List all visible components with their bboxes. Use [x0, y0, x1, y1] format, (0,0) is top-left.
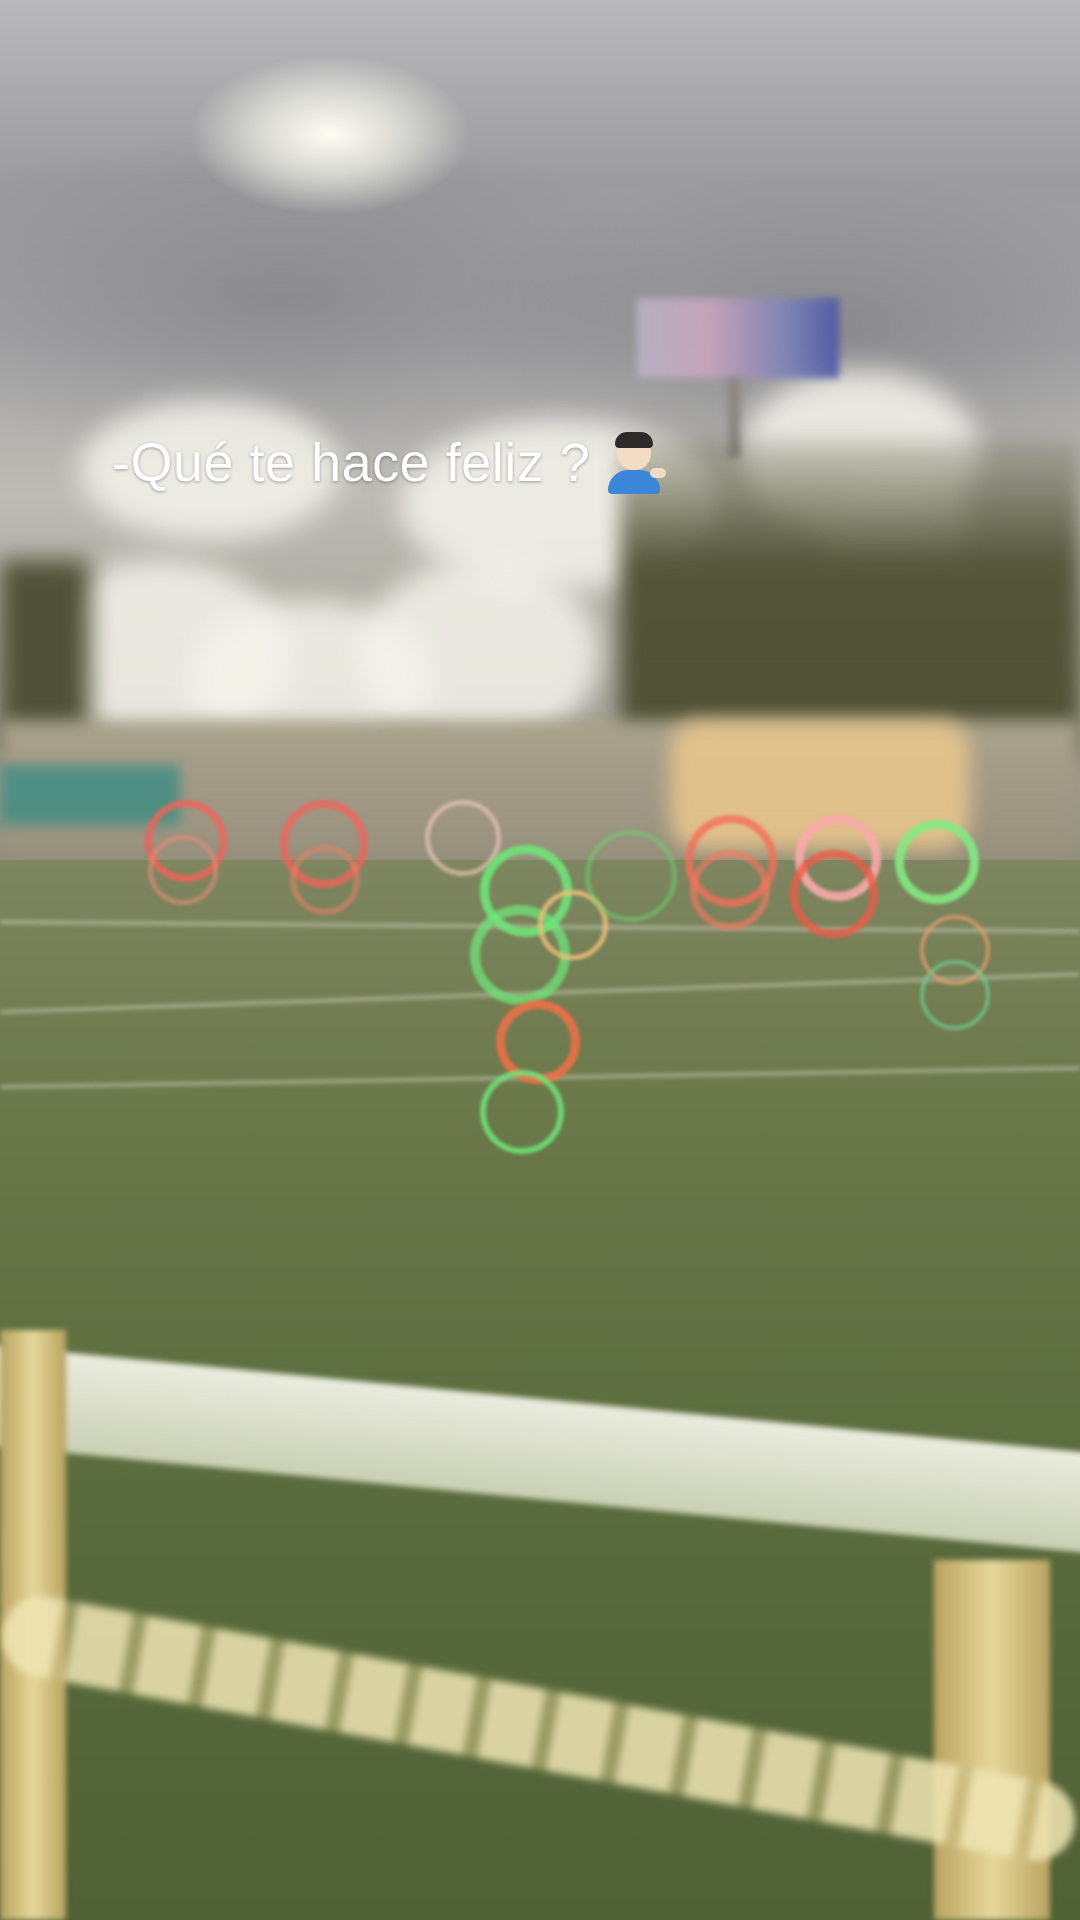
- tree-line: [620, 440, 1080, 760]
- billboard: [637, 298, 839, 378]
- video-frame: -Qué te hace feliz ?: [0, 0, 1080, 1920]
- player-blur-red: [290, 845, 360, 915]
- caption-text: -Qué te hace feliz ?: [112, 433, 591, 493]
- player-blur-red: [790, 850, 878, 938]
- caption-overlay: -Qué te hace feliz ?: [112, 428, 667, 498]
- player-blur-green: [895, 820, 979, 904]
- player-blur-red: [690, 850, 770, 930]
- player-blur-red: [148, 835, 218, 905]
- person-tipping-hand-icon: [604, 432, 667, 494]
- player-blur-green: [920, 960, 990, 1030]
- player-blur-green: [585, 830, 677, 922]
- player-blur-green: [480, 1070, 564, 1154]
- fence-post-right: [934, 1560, 1050, 1920]
